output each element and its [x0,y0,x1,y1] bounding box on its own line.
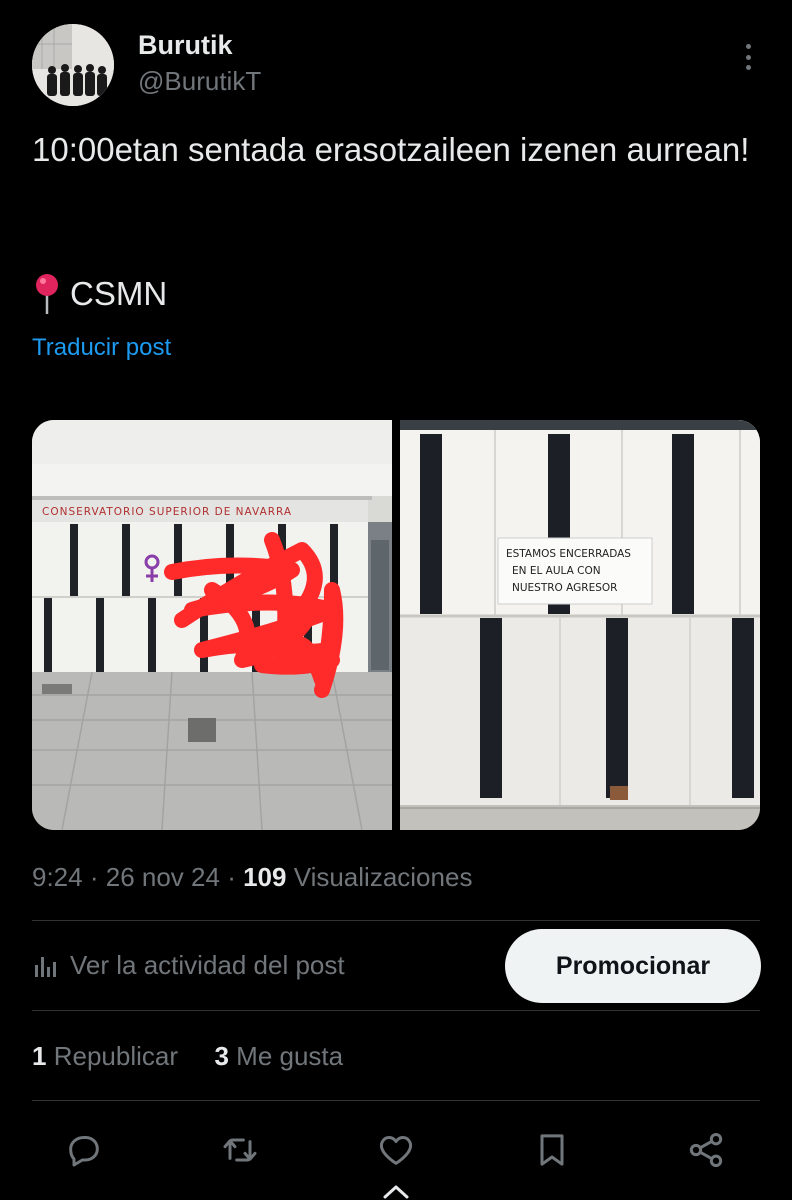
divider [32,1100,760,1101]
post-text: 10:00etan sentada erasotzaileen izenen a… [32,126,760,174]
media-grid: CONSERVATORIO SUPERIOR DE NAVARRA ESTAMO… [32,420,760,830]
author-name[interactable]: Burutik [138,30,233,61]
pin-icon [32,272,62,316]
sign-line-3: NUESTRO AGRESOR [512,582,617,594]
post-text-body: 10:00etan sentada erasotzaileen izenen a… [32,131,750,168]
share-icon[interactable] [686,1130,726,1170]
action-bar [32,1122,760,1178]
post-meta: 9:24 · 26 nov 24 · 109 Visualizaciones [32,862,473,892]
repost-icon[interactable] [220,1130,260,1170]
reposts-count: 1 [32,1041,47,1071]
author-handle[interactable]: @BurutikT [138,66,261,97]
sign-line-2: EN EL AULA CON [512,565,601,577]
activity-label: Ver la actividad del post [70,950,345,980]
translate-link[interactable]: Traducir post [32,334,171,362]
media-image-2[interactable]: ESTAMOS ENCERRADAS EN EL AULA CON NUESTR… [400,420,760,830]
post-time[interactable]: 9:24 [32,862,83,892]
likes-stat[interactable]: 3 Me gusta [214,1041,343,1071]
bar-chart-icon [32,953,62,979]
media-image-1[interactable]: CONSERVATORIO SUPERIOR DE NAVARRA [32,420,392,830]
post-location: CSMN [32,270,167,318]
reposts-stat[interactable]: 1 Republicar [32,1041,185,1071]
bookmark-icon[interactable] [532,1130,572,1170]
divider [32,920,760,921]
building-sign: CONSERVATORIO SUPERIOR DE NAVARRA [42,506,292,518]
divider [32,1010,760,1011]
post-date[interactable]: 26 nov 24 [106,862,220,892]
sign-line-1: ESTAMOS ENCERRADAS [506,548,631,560]
like-icon[interactable] [376,1130,416,1170]
views-label: Visualizaciones [293,862,473,892]
likes-label: Me gusta [236,1041,344,1071]
reply-icon[interactable] [64,1130,104,1170]
promote-button[interactable]: Promocionar [505,929,761,1003]
post-header: Burutik @BurutikT [32,24,760,106]
post-stats: 1 Republicar 3 Me gusta [32,1041,343,1072]
location-label: CSMN [70,275,168,312]
more-vertical-icon[interactable] [736,42,760,72]
views-count: 109 [243,862,287,892]
reposts-label: Republicar [53,1041,178,1071]
post-activity-link[interactable]: Ver la actividad del post [32,950,345,981]
likes-count: 3 [214,1041,229,1071]
avatar[interactable] [32,24,114,106]
chevron-up-icon[interactable] [380,1182,412,1200]
